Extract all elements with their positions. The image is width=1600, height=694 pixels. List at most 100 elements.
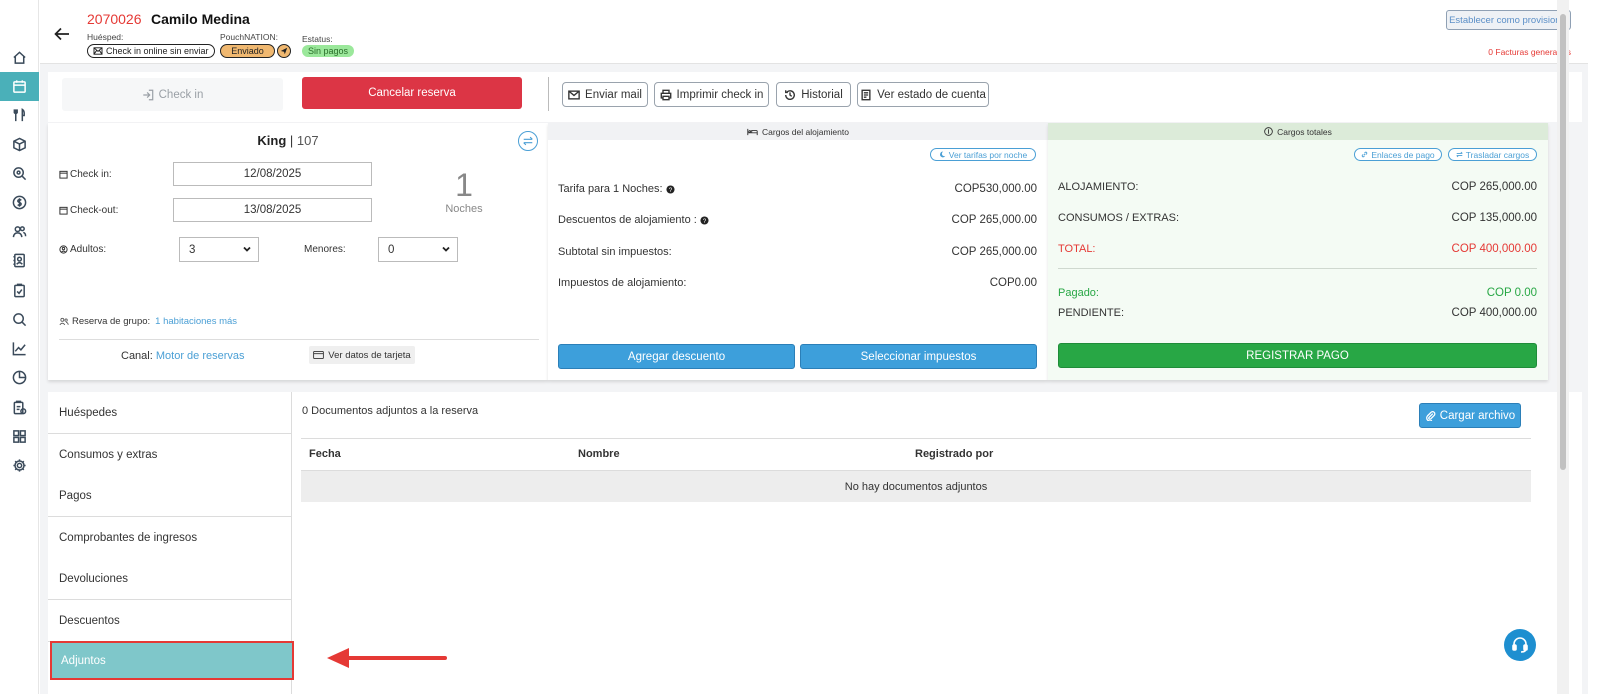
transfer-charges-button[interactable]: Trasladar cargos bbox=[1448, 148, 1537, 161]
print-checkin-label: Imprimir check in bbox=[676, 88, 764, 101]
pending-value: COP 400,000.00 bbox=[1451, 307, 1537, 319]
channel-value[interactable]: Motor de reservas bbox=[156, 350, 245, 362]
tab-consumos[interactable]: Consumos y extras bbox=[48, 434, 291, 476]
checkin-label: Check in: bbox=[70, 169, 112, 180]
chart-line-icon[interactable] bbox=[8, 337, 30, 359]
totals-header-label: Cargos totales bbox=[1277, 126, 1332, 137]
user-circle-icon bbox=[59, 245, 68, 254]
card-data-button[interactable]: Ver datos de tarjeta bbox=[309, 346, 415, 364]
guest-name: Camilo Medina bbox=[151, 11, 250, 27]
printer-icon bbox=[660, 89, 671, 100]
select-taxes-button[interactable]: Seleccionar impuestos bbox=[800, 344, 1037, 369]
calendar-icon[interactable] bbox=[0, 72, 39, 101]
swap-room-icon[interactable] bbox=[518, 131, 538, 151]
chevron-down-icon bbox=[442, 246, 450, 252]
subtotal-label: Subtotal sin impuestos: bbox=[558, 246, 672, 258]
lodging-total-label: ALOJAMIENTO: bbox=[1058, 181, 1139, 193]
lodging-row-label: Descuentos de alojamiento : ? bbox=[558, 214, 709, 226]
register-payment-button[interactable]: REGISTRAR PAGO bbox=[1058, 343, 1537, 368]
history-icon bbox=[785, 89, 796, 100]
print-checkin-button[interactable]: Imprimir check in bbox=[654, 82, 769, 107]
reservation-header: 2070026 Camilo Medina Huésped: Check in … bbox=[40, 0, 1588, 64]
minors-value: 0 bbox=[388, 243, 395, 256]
payment-links-button[interactable]: Enlaces de pago bbox=[1354, 148, 1442, 161]
back-arrow-icon[interactable] bbox=[54, 27, 70, 41]
group-label: Reserva de grupo: bbox=[72, 316, 151, 327]
checkout-date-field[interactable]: 13/08/2025 bbox=[173, 198, 372, 222]
scrollbar-track[interactable] bbox=[1557, 0, 1569, 694]
pie-chart-icon[interactable] bbox=[8, 366, 30, 388]
tab-adjuntos[interactable]: Adjuntos bbox=[50, 641, 294, 680]
nights-number: 1 bbox=[455, 167, 473, 203]
paperclip-icon bbox=[1425, 411, 1436, 421]
contacts-icon[interactable] bbox=[8, 249, 30, 271]
search-location-icon[interactable] bbox=[8, 162, 30, 184]
checkin-button-label: Check in bbox=[158, 88, 204, 101]
restaurant-icon[interactable] bbox=[8, 104, 30, 126]
link-icon bbox=[1362, 151, 1368, 158]
lodging-header-label: Cargos del alojamiento bbox=[762, 126, 849, 137]
support-chat-button[interactable] bbox=[1504, 629, 1536, 661]
calendar-small-icon bbox=[59, 206, 68, 215]
send-mail-button[interactable]: Enviar mail bbox=[562, 82, 648, 107]
rates-per-night-label: Ver tarifas por noche bbox=[948, 149, 1028, 160]
tab-huespedes[interactable]: Huéspedes bbox=[48, 392, 291, 434]
transfer-charges-label: Trasladar cargos bbox=[1465, 149, 1530, 160]
account-status-label: Ver estado de cuenta bbox=[877, 88, 986, 101]
card-data-label: Ver datos de tarjeta bbox=[328, 349, 411, 361]
channel-label: Canal: bbox=[121, 350, 153, 362]
help-icon[interactable]: ? bbox=[666, 184, 675, 194]
account-status-button[interactable]: Ver estado de cuenta bbox=[857, 82, 989, 107]
empty-row: No hay documentos adjuntos bbox=[301, 471, 1531, 502]
rates-per-night-button[interactable]: Ver tarifas por noche bbox=[930, 148, 1036, 161]
scrollbar-thumb[interactable] bbox=[1560, 14, 1566, 470]
checkout-label: Check-out: bbox=[70, 205, 119, 216]
paid-value: COP 0.00 bbox=[1486, 287, 1537, 299]
discount-value: COP 265,000.00 bbox=[951, 214, 1037, 226]
total-value: COP 400,000.00 bbox=[1451, 243, 1537, 255]
gear-icon[interactable] bbox=[8, 454, 30, 476]
adults-select[interactable]: 3 bbox=[179, 237, 259, 262]
lodging-header: Cargos del alojamiento bbox=[548, 123, 1048, 140]
main-area: 2070026 Camilo Medina Huésped: Check in … bbox=[40, 0, 1588, 694]
send-mail-label: Enviar mail bbox=[585, 88, 642, 101]
add-discount-button[interactable]: Agregar descuento bbox=[558, 344, 795, 369]
pouch-label: PouchNATION: bbox=[220, 32, 278, 42]
search-icon[interactable] bbox=[8, 308, 30, 330]
minors-select[interactable]: 0 bbox=[378, 237, 458, 262]
checkin-button[interactable]: Check in bbox=[62, 78, 283, 111]
tab-pagos[interactable]: Pagos bbox=[48, 475, 291, 517]
set-provisional-button[interactable]: Establecer como provisional bbox=[1446, 10, 1571, 30]
send-icon[interactable] bbox=[277, 44, 291, 58]
svg-text:?: ? bbox=[703, 217, 707, 224]
adults-label: Adultos: bbox=[70, 244, 107, 255]
checkin-online-badge: Check in online sin enviar bbox=[87, 44, 215, 58]
history-label: Historial bbox=[801, 88, 843, 101]
group-link[interactable]: 1 habitaciones más bbox=[155, 316, 237, 327]
pending-label: PENDIENTE: bbox=[1058, 307, 1125, 319]
transfer-icon bbox=[1456, 151, 1463, 158]
users-icon[interactable] bbox=[8, 220, 30, 242]
detail-tabs: Huéspedes Consumos y extras Pagos Compro… bbox=[48, 392, 294, 694]
upload-file-button[interactable]: Cargar archivo bbox=[1419, 403, 1521, 428]
checklist-icon[interactable] bbox=[8, 396, 30, 418]
history-button[interactable]: Historial bbox=[776, 82, 851, 107]
tab-descuentos[interactable]: Descuentos bbox=[48, 600, 291, 642]
dollar-icon[interactable] bbox=[8, 191, 30, 213]
grid-icon[interactable] bbox=[8, 425, 30, 447]
package-icon[interactable] bbox=[8, 133, 30, 155]
clipboard-icon[interactable] bbox=[8, 279, 30, 301]
tab-devoluciones[interactable]: Devoluciones bbox=[48, 558, 291, 600]
col-registrado: Registrado por bbox=[915, 448, 994, 460]
checkin-date-field[interactable]: 12/08/2025 bbox=[173, 162, 372, 186]
channel: Canal: Motor de reservas bbox=[121, 350, 245, 362]
tab-comprobantes[interactable]: Comprobantes de ingresos bbox=[48, 517, 291, 559]
home-icon[interactable] bbox=[8, 46, 30, 68]
room-type: King bbox=[257, 133, 287, 148]
total-label: TOTAL: bbox=[1058, 243, 1096, 255]
moon-icon bbox=[939, 151, 946, 158]
cancel-reservation-button[interactable]: Cancelar reserva bbox=[302, 77, 522, 109]
help-icon[interactable]: ? bbox=[700, 215, 709, 225]
mail-icon bbox=[568, 89, 580, 100]
estatus-badge: Sin pagos bbox=[302, 45, 355, 57]
